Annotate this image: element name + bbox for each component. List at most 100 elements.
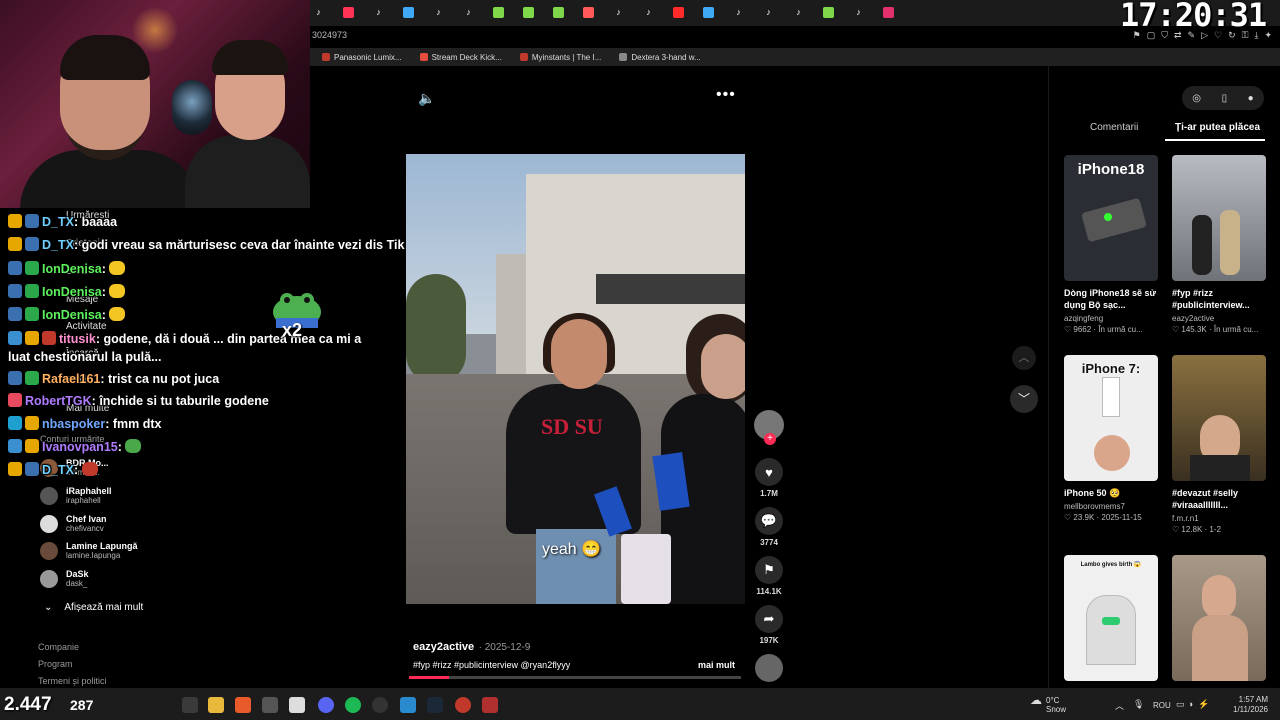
volume-icon[interactable]: 🔈 xyxy=(418,90,435,107)
recommended-video-card[interactable] xyxy=(1172,555,1266,681)
browser-tab[interactable] xyxy=(583,7,594,18)
recommended-video-card[interactable]: #devazut #selly #viraaalllllll... f.m.r.… xyxy=(1172,355,1266,534)
browser-tab[interactable]: ♪ xyxy=(613,7,624,18)
lock-icon[interactable]: ⚿ xyxy=(1242,30,1249,44)
video-player[interactable]: SD SU yeah 😁 xyxy=(406,154,745,604)
phone-icon[interactable]: ▯ xyxy=(1222,93,1228,104)
browser-tab[interactable] xyxy=(553,7,564,18)
avatar xyxy=(40,569,58,588)
browser-tab[interactable]: ♪ xyxy=(463,7,474,18)
footer-program[interactable]: Program xyxy=(38,659,73,669)
download-icon[interactable]: ⤓ xyxy=(1254,30,1258,44)
user-avatar[interactable]: ● xyxy=(1248,93,1254,104)
footer-terms[interactable]: Termeni și politici xyxy=(38,676,107,686)
browser-tab[interactable] xyxy=(883,7,894,18)
steam-icon[interactable] xyxy=(427,697,443,713)
browser-tab[interactable]: ♪ xyxy=(643,7,654,18)
edit-icon[interactable]: ✎ xyxy=(1188,30,1196,44)
browser-tab[interactable] xyxy=(343,7,354,18)
compass-icon[interactable]: ◎ xyxy=(1192,93,1201,104)
tray-chevron-icon[interactable]: ︿ xyxy=(1115,699,1124,712)
browser-tab[interactable]: ♪ xyxy=(853,7,864,18)
views-icon: ♡ xyxy=(1172,525,1180,534)
video-date: 2025-12-9 xyxy=(484,642,531,653)
recommended-account[interactable]: Chef Ivan chefivancv xyxy=(40,514,107,533)
video-thumbnail xyxy=(1172,155,1266,281)
browser-tab[interactable]: ♪ xyxy=(313,7,324,18)
browser-tab[interactable]: ♪ xyxy=(433,7,444,18)
browser-tab[interactable] xyxy=(673,7,684,18)
browser-tab[interactable]: ♪ xyxy=(763,7,774,18)
obs-icon[interactable] xyxy=(372,697,388,713)
crop-icon[interactable]: ▢ xyxy=(1147,30,1156,44)
browser-tab[interactable]: ♪ xyxy=(793,7,804,18)
microphone-icon[interactable]: 🎙 xyxy=(1133,699,1144,710)
browser-tab[interactable] xyxy=(523,7,534,18)
heart-icon[interactable]: ♡ xyxy=(1214,30,1222,44)
ai-icon[interactable]: ✦ xyxy=(1264,30,1272,44)
bookmark-item[interactable]: Panasonic Lumix... xyxy=(322,53,402,62)
browser-tab[interactable] xyxy=(823,7,834,18)
reload-icon[interactable]: ↻ xyxy=(1228,30,1236,44)
tab-comments[interactable]: Comentarii xyxy=(1090,122,1138,133)
microphone xyxy=(172,80,212,135)
document-icon[interactable] xyxy=(400,697,416,713)
next-video-button[interactable]: ﹀ xyxy=(1010,385,1038,413)
browser-tab[interactable] xyxy=(493,7,504,18)
browser-tab[interactable] xyxy=(703,7,714,18)
video-meta: eazy2active · 2025-12-9 xyxy=(413,641,531,653)
game-icon[interactable] xyxy=(482,697,498,713)
video-thumbnail xyxy=(1172,555,1266,681)
app-red-icon[interactable] xyxy=(455,697,471,713)
play-icon[interactable]: ▷ xyxy=(1201,30,1208,44)
comment-button[interactable]: 💬 3774 xyxy=(755,507,783,547)
show-more-button[interactable]: ⌄ Afișează mai mult xyxy=(44,602,143,613)
bookmark-item[interactable]: Myinstants | The I... xyxy=(519,53,601,62)
recommended-video-card[interactable]: Lambo gives birth 😱 xyxy=(1064,555,1158,681)
emote-icon xyxy=(109,261,126,275)
recommended-account[interactable]: DaSk dask_ xyxy=(40,569,89,588)
notes-icon[interactable] xyxy=(289,697,305,713)
recommended-video-card[interactable]: #fyp #rizz #publicinterview... eazy2acti… xyxy=(1172,155,1266,334)
recommended-account[interactable]: Lamine Lapungă lamine.lapunga xyxy=(40,541,138,560)
discord-icon[interactable] xyxy=(318,697,334,713)
share-button[interactable]: ➦ 197K xyxy=(755,605,783,645)
tray-clock[interactable]: 1:57 AM 1/11/2026 xyxy=(1233,695,1268,715)
footer-company[interactable]: Companie xyxy=(38,642,79,652)
bookmark-item[interactable]: Stream Deck Kick... xyxy=(419,53,502,62)
music-disc[interactable] xyxy=(755,654,783,682)
video-author[interactable]: eazy2active xyxy=(413,641,474,653)
shield-icon[interactable]: ⛉ xyxy=(1161,30,1168,44)
bookmark-item[interactable]: Dextera 3-hand w... xyxy=(619,53,701,62)
file-explorer-icon[interactable] xyxy=(208,697,224,713)
spotify-icon[interactable] xyxy=(345,697,361,713)
follow-plus-icon[interactable]: + xyxy=(764,433,776,445)
tab-recommended[interactable]: Ți-ar putea plăcea xyxy=(1175,122,1260,133)
browser-tab[interactable]: ♪ xyxy=(373,7,384,18)
avatar xyxy=(40,486,58,505)
weather-widget[interactable]: ☁ 0°C Snow xyxy=(1030,694,1066,714)
task-view-icon[interactable] xyxy=(182,697,198,713)
video-progress-bar[interactable] xyxy=(409,676,741,679)
more-link[interactable]: mai mult xyxy=(698,660,735,670)
url-fragment[interactable]: 3024973 xyxy=(310,26,410,44)
more-options-icon[interactable]: ••• xyxy=(716,86,736,104)
browser-tab[interactable]: ♪ xyxy=(733,7,744,18)
app-icon[interactable] xyxy=(262,697,278,713)
bookmark-icon[interactable]: ⚑ xyxy=(1133,30,1141,44)
brave-browser-icon[interactable] xyxy=(235,697,251,713)
system-tray-icons[interactable]: ▭◗⚡ xyxy=(1176,699,1213,710)
language-indicator[interactable]: ROU xyxy=(1153,701,1171,710)
recommended-video-card[interactable]: iPhone18 Dòng iPhone18 sẽ sử dụng Bộ sạc… xyxy=(1064,155,1158,334)
save-button[interactable]: ⚑ 114.1K xyxy=(755,556,783,596)
video-thumbnail xyxy=(1172,355,1266,481)
browser-tab[interactable] xyxy=(403,7,414,18)
chat-message: IonDenisa: xyxy=(8,261,126,277)
translate-icon[interactable]: ⇄ xyxy=(1174,30,1182,44)
site-icon xyxy=(619,53,628,61)
emote-icon xyxy=(81,462,98,476)
recommended-video-card[interactable]: iPhone 7: iPhone 50 🥺 mellborovmems7 ♡ 2… xyxy=(1064,355,1158,522)
like-button[interactable]: ♥ 1.7M xyxy=(755,458,783,498)
previous-video-button[interactable]: ︿ xyxy=(1012,346,1036,370)
recommended-account[interactable]: iRaphahell iraphahell xyxy=(40,486,112,505)
